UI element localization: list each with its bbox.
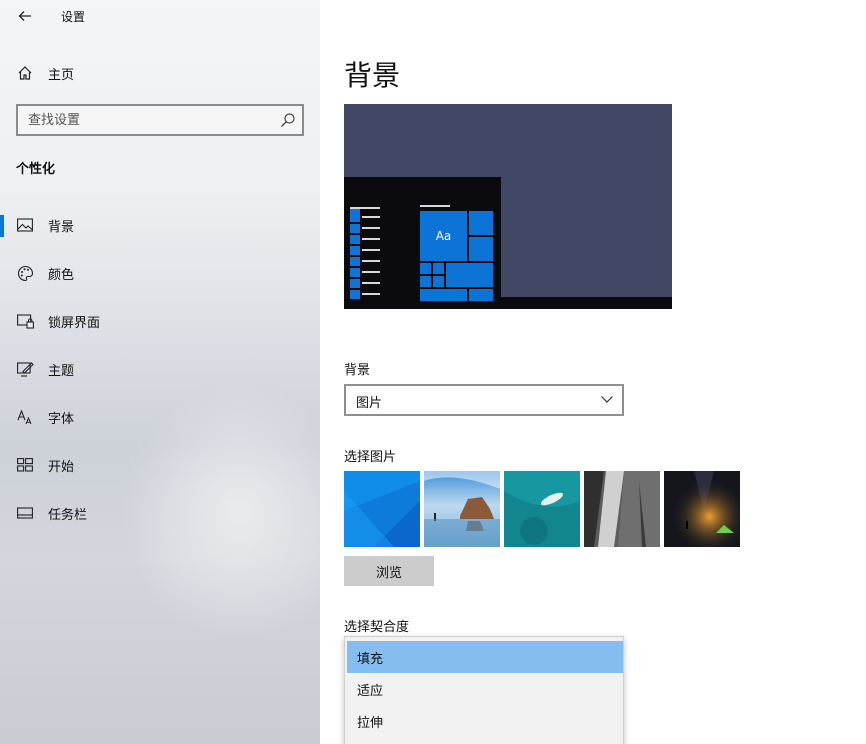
chevron-down-icon — [601, 396, 613, 403]
page-title: 背景 — [344, 59, 401, 92]
section-title: 个性化 — [16, 162, 56, 177]
wallpaper-thumb-2[interactable] — [424, 471, 500, 547]
start-grid-icon — [16, 456, 34, 474]
fit-label: 选择契合度 — [344, 620, 410, 635]
background-type-value: 图片 — [356, 396, 383, 411]
taskbar-icon — [16, 504, 34, 522]
sidebar-item-colors[interactable]: 颜色 — [0, 253, 320, 293]
sidebar-item-themes[interactable]: 主题 — [0, 349, 320, 389]
sidebar-item-fonts[interactable]: 字体 — [0, 397, 320, 437]
home-icon — [16, 64, 34, 82]
sidebar-item-taskbar[interactable]: 任务栏 — [0, 493, 320, 533]
sidebar-item-label: 主题 — [48, 363, 75, 379]
desktop-preview: Aa — [344, 104, 672, 309]
back-button[interactable] — [14, 5, 36, 27]
wallpaper-thumb-1[interactable] — [344, 471, 420, 547]
sidebar-item-background[interactable]: 背景 — [0, 205, 320, 245]
sidebar-item-label: 任务栏 — [48, 507, 88, 523]
sidebar: 设置 主页 个性化 背景 颜色 锁屏界面 主题 — [0, 0, 320, 744]
wallpaper-thumb-3[interactable] — [504, 471, 580, 547]
search-box[interactable] — [16, 104, 304, 136]
preview-start-menu: Aa — [344, 177, 501, 309]
background-type-select[interactable]: 图片 — [344, 384, 624, 416]
fit-dropdown-list: 填充 适应 拉伸 — [344, 636, 624, 744]
lock-screen-icon — [16, 312, 34, 330]
fit-option-fit[interactable]: 适应 — [347, 673, 623, 705]
sidebar-item-label: 背景 — [48, 219, 75, 235]
picture-icon — [16, 216, 34, 234]
app-title: 设置 — [61, 10, 86, 24]
wallpaper-thumb-5[interactable] — [664, 471, 740, 547]
fit-option-fill[interactable]: 填充 — [347, 641, 623, 673]
sidebar-item-start[interactable]: 开始 — [0, 445, 320, 485]
sidebar-item-label: 开始 — [48, 459, 75, 475]
theme-brush-icon — [16, 360, 34, 378]
browse-button[interactable]: 浏览 — [344, 556, 434, 586]
sidebar-item-lock-screen[interactable]: 锁屏界面 — [0, 301, 320, 341]
background-type-label: 背景 — [344, 363, 371, 378]
font-icon — [16, 408, 34, 426]
home-label: 主页 — [48, 67, 75, 83]
wallpaper-thumb-4[interactable] — [584, 471, 660, 547]
home-nav-item[interactable]: 主页 — [0, 58, 320, 88]
preview-tile-aa: Aa — [420, 211, 467, 261]
sidebar-item-label: 颜色 — [48, 267, 75, 283]
choose-picture-label: 选择图片 — [344, 450, 397, 465]
search-input[interactable] — [18, 106, 258, 134]
palette-icon — [16, 264, 34, 282]
fit-option-stretch[interactable]: 拉伸 — [347, 705, 623, 737]
main-content: 背景 Aa 背景 图片 选择图片 浏览 选择契合度 填充 适应 拉伸 — [320, 0, 866, 744]
search-icon[interactable] — [280, 112, 296, 128]
sidebar-item-label: 锁屏界面 — [48, 315, 101, 331]
back-arrow-icon — [18, 11, 31, 21]
sidebar-item-label: 字体 — [48, 411, 75, 427]
